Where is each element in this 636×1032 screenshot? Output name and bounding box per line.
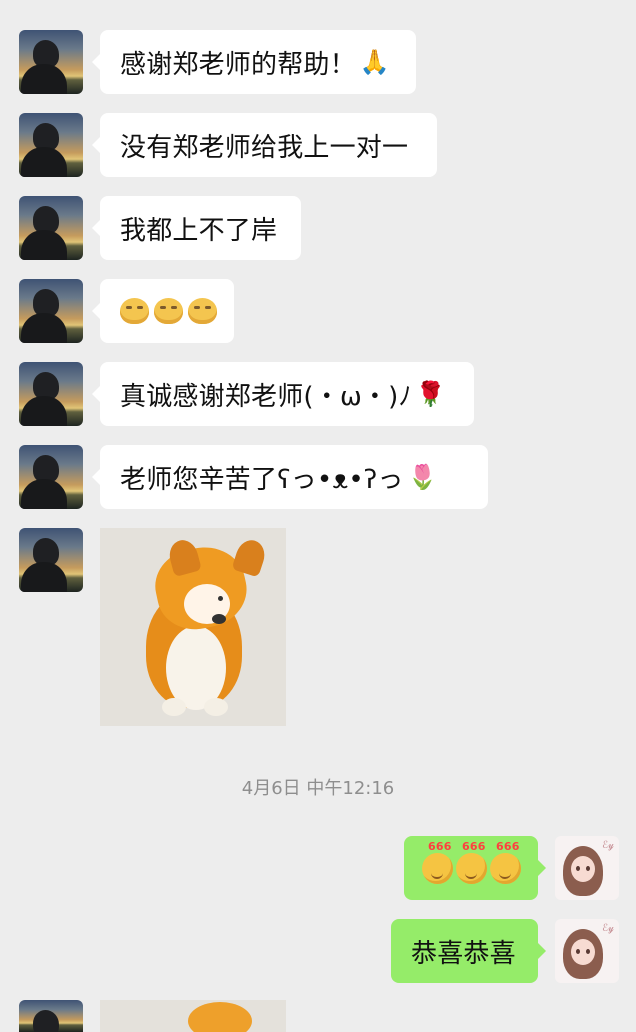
avatar-face xyxy=(571,939,595,965)
avatar-shoulders xyxy=(21,313,67,343)
sender-avatar[interactable] xyxy=(19,445,83,509)
my-avatar[interactable]: ℰ𝓎 xyxy=(555,836,619,900)
sender-avatar[interactable] xyxy=(19,30,83,94)
avatar-eye xyxy=(586,949,590,954)
avatar-eye xyxy=(586,866,590,871)
cat-face-icon xyxy=(154,298,183,324)
avatar-shoulders xyxy=(21,147,67,177)
message-bubble[interactable]: 感谢郑老师的帮助！ 🙏 xyxy=(92,30,416,94)
message-bubble[interactable] xyxy=(92,279,234,343)
avatar-shoulders xyxy=(21,479,67,509)
sender-avatar[interactable] xyxy=(19,113,83,177)
message-text: 没有郑老师给我上一对一 xyxy=(120,132,409,163)
message-text: 我都上不了岸 xyxy=(120,215,278,246)
avatar-eye xyxy=(576,866,580,871)
dog-nose xyxy=(212,614,226,624)
avatar-mark: ℰ𝓎 xyxy=(602,840,614,851)
sender-avatar[interactable] xyxy=(19,196,83,260)
message-text: 真诚感谢郑老师(・ω・)ﾉ xyxy=(120,381,412,412)
dog-eye xyxy=(218,596,223,601)
sender-avatar[interactable] xyxy=(19,279,83,343)
dog-sticker[interactable] xyxy=(100,528,286,726)
avatar-head xyxy=(33,1010,59,1032)
message-bubble[interactable]: 老师您辛苦了ʕっ•ᴥ•ʔっ 🌷 xyxy=(92,445,488,509)
outgoing-message-bubble[interactable]: 恭喜恭喜 xyxy=(391,919,546,983)
my-avatar[interactable]: ℰ𝓎 xyxy=(555,919,619,983)
avatar-shoulders xyxy=(21,230,67,260)
avatar-shoulders xyxy=(21,396,67,426)
avatar-eye xyxy=(576,949,580,954)
dog-sticker-preview[interactable] xyxy=(100,1000,286,1032)
thumbs-666-face-icon xyxy=(456,841,487,884)
sender-avatar[interactable] xyxy=(19,528,83,592)
message-text: 老师您辛苦了ʕっ•ᴥ•ʔっ xyxy=(120,464,404,495)
chat-screen: 感谢郑老师的帮助！ 🙏 没有郑老师给我上一对一 我都上不了岸 真诚感谢郑老师(・… xyxy=(0,0,636,1032)
sender-avatar[interactable] xyxy=(19,1000,83,1032)
message-bubble[interactable]: 我都上不了岸 xyxy=(92,196,301,260)
dog-foot-left xyxy=(162,698,186,716)
message-text: 恭喜恭喜 xyxy=(411,938,516,969)
cat-face-icon xyxy=(120,298,149,324)
tulip-icon: 🌷 xyxy=(407,463,438,491)
thumbs-666-face-icon xyxy=(422,841,453,884)
outgoing-message-bubble[interactable] xyxy=(404,836,546,900)
avatar-mark: ℰ𝓎 xyxy=(602,923,614,934)
rose-icon: 🌹 xyxy=(415,380,446,408)
praying-hands-icon: 🙏 xyxy=(359,48,390,76)
avatar-shoulders xyxy=(21,64,67,94)
message-text: 感谢郑老师的帮助！ xyxy=(120,49,356,80)
avatar-face xyxy=(571,856,595,882)
message-bubble[interactable]: 没有郑老师给我上一对一 xyxy=(92,113,437,177)
thumbs-666-face-icon xyxy=(490,841,521,884)
sender-avatar[interactable] xyxy=(19,362,83,426)
message-bubble[interactable]: 真诚感谢郑老师(・ω・)ﾉ 🌹 xyxy=(92,362,474,426)
cat-face-icon xyxy=(188,298,217,324)
chat-timestamp: 4月6日 中午12:16 xyxy=(241,778,395,799)
avatar-shoulders xyxy=(21,562,67,592)
dog-foot-right xyxy=(204,698,228,716)
